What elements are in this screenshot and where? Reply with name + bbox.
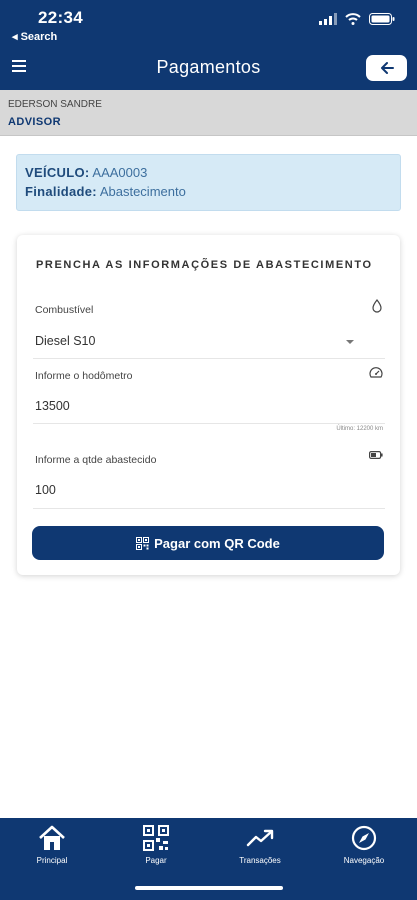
- fuel-level-icon: [369, 451, 383, 459]
- page-title: Pagamentos: [156, 57, 261, 77]
- status-icons: [319, 13, 395, 25]
- trending-up-icon: [246, 829, 274, 847]
- user-info-bar: EDERSON SANDRE ADVISOR: [0, 90, 417, 136]
- back-button[interactable]: [366, 55, 407, 81]
- fuel-value: Diesel S10: [35, 334, 96, 348]
- nav-item-principal[interactable]: Principal: [12, 824, 92, 865]
- signal-icon: [319, 13, 337, 25]
- odometer-hint: Último: 12200 km: [336, 426, 383, 432]
- odometer-field[interactable]: Informe o hodômetro 13500: [33, 359, 385, 424]
- top-app-bar: 22:34 ◂ Search Pagamentos: [0, 0, 417, 90]
- quantity-label: Informe a qtde abastecido: [35, 454, 157, 466]
- pay-with-qr-code-button[interactable]: Pagar com QR Code: [32, 526, 384, 560]
- quantity-field[interactable]: Informe a qtde abastecido 100: [33, 442, 385, 509]
- arrow-left-icon: [380, 62, 394, 74]
- purpose-label: Finalidade:: [25, 184, 97, 199]
- fueling-form-card: PRENCHA AS INFORMAÇÕES DE ABASTECIMENTO …: [17, 235, 400, 575]
- vehicle-value: AAA0003: [92, 165, 148, 180]
- vehicle-label: VEÍCULO:: [25, 165, 90, 180]
- quantity-value: 100: [35, 483, 56, 497]
- odometer-value: 13500: [35, 399, 70, 413]
- fuel-label: Combustível: [35, 304, 94, 316]
- user-name: EDERSON SANDRE: [8, 99, 102, 110]
- chevron-down-icon: [346, 340, 354, 344]
- form-title: PRENCHA AS INFORMAÇÕES DE ABASTECIMENTO: [36, 259, 373, 271]
- odometer-label: Informe o hodômetro: [35, 370, 133, 382]
- user-role: ADVISOR: [8, 116, 61, 128]
- purpose-row: Finalidade: Abastecimento: [25, 184, 392, 203]
- nav-item-pagar[interactable]: Pagar: [116, 824, 196, 865]
- nav-label-navegacao: Navegação: [343, 856, 385, 865]
- status-time: 22:34: [38, 8, 83, 27]
- nav-item-navegacao[interactable]: Navegação: [324, 824, 404, 865]
- speedometer-icon: [369, 367, 383, 378]
- vehicle-info-box: VEÍCULO: AAA0003 Finalidade: Abastecimen…: [16, 154, 401, 211]
- compass-icon: [351, 825, 377, 851]
- purpose-value: Abastecimento: [99, 184, 186, 199]
- fuel-select[interactable]: Combustível Diesel S10: [33, 297, 385, 359]
- nav-label-transacoes: Transações: [239, 856, 281, 865]
- home-indicator[interactable]: [135, 886, 283, 890]
- droplet-icon: [372, 299, 382, 313]
- vehicle-row: VEÍCULO: AAA0003: [25, 165, 392, 184]
- nav-item-transacoes[interactable]: Transações: [220, 824, 300, 865]
- qr-code-icon: [136, 536, 150, 550]
- qr-code-icon: [143, 825, 169, 851]
- battery-icon: [369, 13, 395, 25]
- back-to-search-link[interactable]: ◂ Search: [12, 30, 57, 43]
- pay-button-label: Pagar com QR Code: [154, 535, 280, 551]
- wifi-icon: [345, 13, 361, 25]
- nav-label-pagar: Pagar: [145, 856, 167, 865]
- home-icon: [39, 825, 65, 850]
- nav-label-principal: Principal: [36, 856, 68, 865]
